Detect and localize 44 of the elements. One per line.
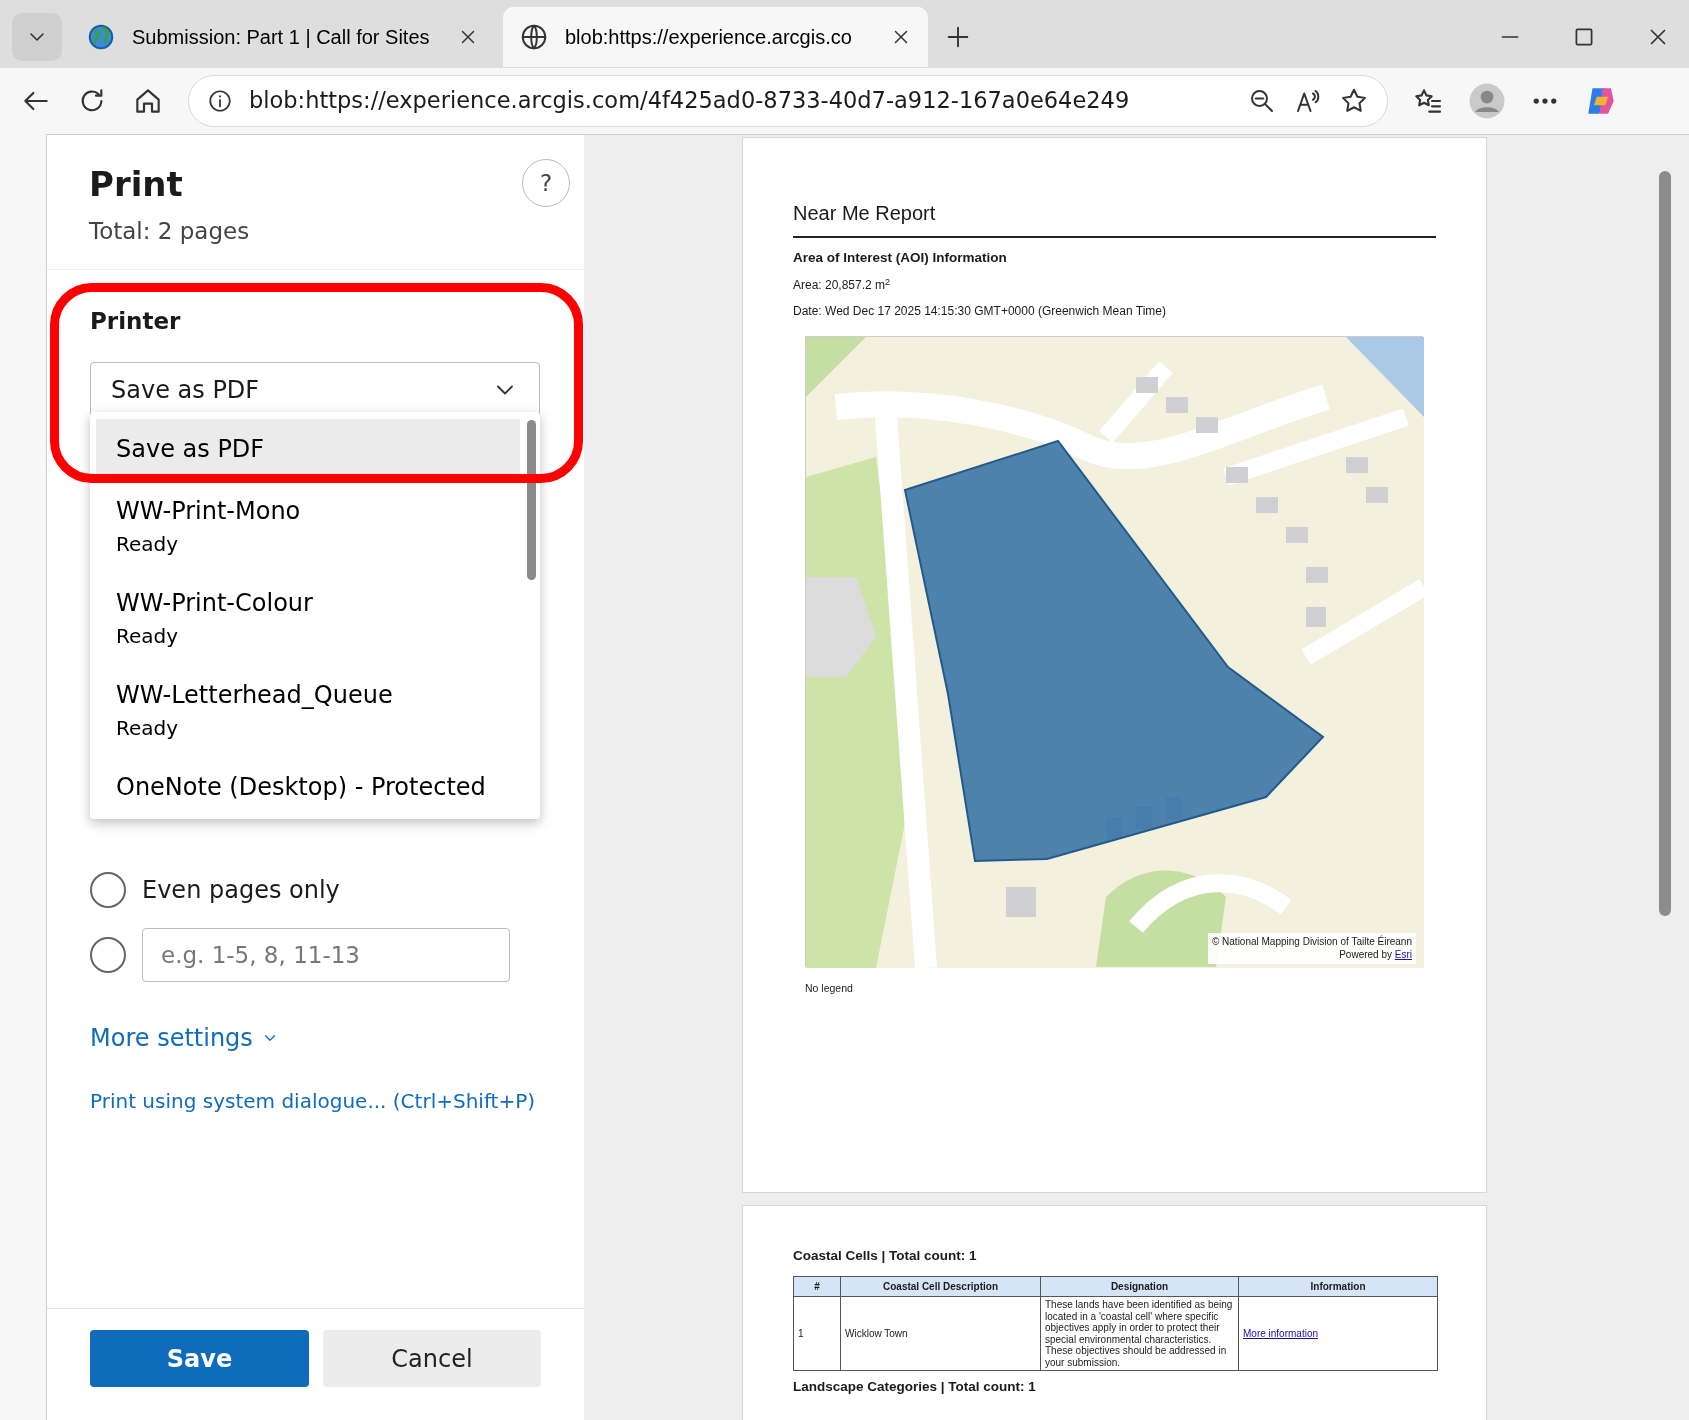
radio-button[interactable] (90, 872, 126, 908)
legend-text: No legend (805, 981, 854, 997)
page-range-field[interactable]: e.g. 1-5, 8, 11-13 (142, 928, 510, 982)
esri-link[interactable]: Esri (1394, 948, 1412, 960)
info-icon[interactable] (207, 88, 233, 114)
address-bar[interactable]: blob:https://experience.arcgis.com/4f425ad0-8733-40d7-a912-167a0e64e249 (188, 75, 1388, 127)
area-text: Area: 20,857.2 m$^{2}$ (793, 276, 892, 295)
scrollbar-thumb[interactable] (527, 420, 536, 580)
section-heading: Area of Interest (AOI) Information (793, 249, 1008, 267)
powered-by-text: Powered by (1339, 948, 1393, 960)
printer-option[interactable]: WW-Print-Mono Ready (96, 479, 520, 571)
scrollbar-thumb[interactable] (1659, 171, 1671, 916)
printer-option[interactable]: WW-Print-Colour Ready (96, 571, 520, 663)
radio-label: Even pages only (142, 875, 340, 906)
radio-button[interactable] (90, 937, 126, 973)
url-text: blob:https://experience.arcgis.com/4f425ad0-8733-40d7-a912-167a0e64e249 (249, 86, 1131, 116)
globe-icon (519, 22, 549, 52)
printer-option[interactable]: WW-Letterhead_Queue Ready (96, 663, 520, 755)
globe-icon (86, 22, 116, 52)
date-text: Date: Wed Dec 17 2025 14:15:30 GMT+0000 (Greenwich Mean Time) (793, 303, 1167, 321)
browser-tab[interactable]: Submission: Part 1 | Call for Sites (70, 7, 495, 67)
help-button[interactable]: ? (522, 159, 570, 207)
page-count: Total: 2 pages (89, 217, 250, 246)
browser-tab[interactable]: blob:https://experience.arcgis.co (503, 7, 928, 67)
printer-option[interactable]: OneNote (Desktop) - Protected (96, 755, 520, 817)
map-attribution: © National Mapping Division of Tailte Éireann (1211, 936, 1412, 949)
printer-label: Printer (90, 306, 182, 336)
column-header: Coastal Cell Description (840, 1276, 1041, 1297)
more-settings-link[interactable]: More settings (90, 1020, 279, 1056)
column-header: # (793, 1276, 841, 1297)
table-cell: Wicklow Town (840, 1296, 1041, 1371)
profile-icon[interactable] (1468, 82, 1506, 120)
cancel-button[interactable]: Cancel (323, 1330, 541, 1387)
dialog-title: Print (89, 163, 184, 206)
section-heading: Coastal Cells | Total count: 1 (793, 1247, 978, 1265)
table-cell: These lands have been identified as being located in a 'coastal cell' where specific objectives apply in order to protect their special environmental characteristics. These objectives should be addressed in your submission. (1040, 1296, 1239, 1371)
save-button[interactable]: Save (90, 1330, 309, 1387)
more-information-link[interactable]: More information (1243, 1328, 1319, 1339)
column-header: Designation (1040, 1276, 1239, 1297)
system-dialog-link[interactable]: Print using system dialogue... (Ctrl+Shift+P) (90, 1089, 536, 1113)
section-heading: Landscape Categories | Total count: 1 (793, 1378, 1037, 1397)
table-cell: 1 (793, 1296, 841, 1371)
report-title: Near Me Report (793, 201, 937, 226)
column-header: Information (1238, 1276, 1438, 1297)
